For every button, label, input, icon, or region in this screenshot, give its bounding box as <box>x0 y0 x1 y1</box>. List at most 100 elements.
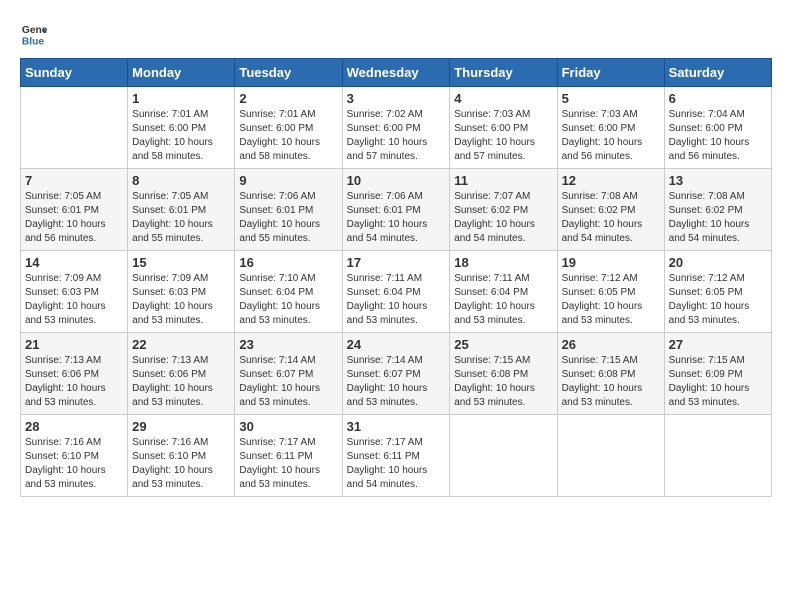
day-number: 5 <box>562 91 660 106</box>
day-info: Sunrise: 7:15 AM Sunset: 6:08 PM Dayligh… <box>454 354 552 410</box>
calendar-cell: 2 Sunrise: 7:01 AM Sunset: 6:00 PM Daylig… <box>235 87 342 169</box>
day-info: Sunrise: 7:06 AM Sunset: 6:01 PM Dayligh… <box>239 190 337 246</box>
day-number: 3 <box>347 91 446 106</box>
calendar-cell: 23Sunrise: 7:14 AM Sunset: 6:07 PM Dayli… <box>235 333 342 415</box>
column-header-tuesday: Tuesday <box>235 59 342 87</box>
day-info: Sunrise: 7:03 AM Sunset: 6:00 PM Dayligh… <box>562 108 660 164</box>
calendar-cell: 9 Sunrise: 7:06 AM Sunset: 6:01 PM Daylig… <box>235 169 342 251</box>
logo-icon: General Blue <box>20 20 48 48</box>
day-number: 29 <box>132 419 230 434</box>
day-number: 30 <box>239 419 337 434</box>
calendar-cell: 17 Sunrise: 7:11 AM Sunset: 6:04 PM Dayli… <box>342 251 450 333</box>
day-info: Sunrise: 7:12 AM Sunset: 6:05 PM Dayligh… <box>669 272 767 328</box>
calendar-cell: 5 Sunrise: 7:03 AM Sunset: 6:00 PM Daylig… <box>557 87 664 169</box>
calendar-cell: 27 Sunrise: 7:15 AM Sunset: 6:09 PM Dayli… <box>664 333 771 415</box>
calendar-cell: 14 Sunrise: 7:09 AM Sunset: 6:03 PM Dayli… <box>21 251 128 333</box>
day-info: Sunrise: 7:15 AM Sunset: 6:09 PM Dayligh… <box>669 354 767 410</box>
day-number: 6 <box>669 91 767 106</box>
day-number: 2 <box>239 91 337 106</box>
day-number: 21 <box>25 337 123 352</box>
calendar-cell <box>21 87 128 169</box>
day-info: Sunrise: 7:01 AM Sunset: 6:00 PM Dayligh… <box>132 108 230 164</box>
calendar-cell: 28 Sunrise: 7:16 AM Sunset: 6:10 PM Dayli… <box>21 415 128 497</box>
day-info: Sunrise: 7:09 AM Sunset: 6:03 PM Dayligh… <box>132 272 230 328</box>
calendar-cell: 7 Sunrise: 7:05 AM Sunset: 6:01 PM Daylig… <box>21 169 128 251</box>
calendar-cell: 24Sunrise: 7:14 AM Sunset: 6:07 PM Dayli… <box>342 333 450 415</box>
calendar-cell: 22Sunrise: 7:13 AM Sunset: 6:06 PM Dayli… <box>128 333 235 415</box>
day-info: Sunrise: 7:05 AM Sunset: 6:01 PM Dayligh… <box>25 190 123 246</box>
day-info: Sunrise: 7:06 AM Sunset: 6:01 PM Dayligh… <box>347 190 446 246</box>
day-info: Sunrise: 7:08 AM Sunset: 6:02 PM Dayligh… <box>669 190 767 246</box>
calendar-cell: 29Sunrise: 7:16 AM Sunset: 6:10 PM Dayli… <box>128 415 235 497</box>
day-info: Sunrise: 7:11 AM Sunset: 6:04 PM Dayligh… <box>454 272 552 328</box>
column-header-wednesday: Wednesday <box>342 59 450 87</box>
day-number: 25 <box>454 337 552 352</box>
column-header-monday: Monday <box>128 59 235 87</box>
calendar-cell: 6 Sunrise: 7:04 AM Sunset: 6:00 PM Daylig… <box>664 87 771 169</box>
day-number: 11 <box>454 173 552 188</box>
day-number: 12 <box>562 173 660 188</box>
calendar-cell <box>557 415 664 497</box>
day-number: 27 <box>669 337 767 352</box>
day-number: 17 <box>347 255 446 270</box>
calendar-cell: 16 Sunrise: 7:10 AM Sunset: 6:04 PM Dayli… <box>235 251 342 333</box>
calendar-cell: 25 Sunrise: 7:15 AM Sunset: 6:08 PM Dayli… <box>450 333 557 415</box>
day-info: Sunrise: 7:17 AM Sunset: 6:11 PM Dayligh… <box>239 436 337 492</box>
column-header-sunday: Sunday <box>21 59 128 87</box>
calendar-cell: 8 Sunrise: 7:05 AM Sunset: 6:01 PM Daylig… <box>128 169 235 251</box>
day-number: 10 <box>347 173 446 188</box>
day-number: 20 <box>669 255 767 270</box>
calendar-cell: 13 Sunrise: 7:08 AM Sunset: 6:02 PM Dayli… <box>664 169 771 251</box>
day-number: 18 <box>454 255 552 270</box>
column-header-thursday: Thursday <box>450 59 557 87</box>
day-number: 26 <box>562 337 660 352</box>
day-number: 31 <box>347 419 446 434</box>
day-info: Sunrise: 7:01 AM Sunset: 6:00 PM Dayligh… <box>239 108 337 164</box>
day-info: Sunrise: 7:05 AM Sunset: 6:01 PM Dayligh… <box>132 190 230 246</box>
calendar-cell: 26 Sunrise: 7:15 AM Sunset: 6:08 PM Dayli… <box>557 333 664 415</box>
calendar-cell: 21 Sunrise: 7:13 AM Sunset: 6:06 PM Dayli… <box>21 333 128 415</box>
column-header-saturday: Saturday <box>664 59 771 87</box>
day-info: Sunrise: 7:10 AM Sunset: 6:04 PM Dayligh… <box>239 272 337 328</box>
day-info: Sunrise: 7:02 AM Sunset: 6:00 PM Dayligh… <box>347 108 446 164</box>
calendar-cell <box>450 415 557 497</box>
day-info: Sunrise: 7:16 AM Sunset: 6:10 PM Dayligh… <box>25 436 123 492</box>
day-number: 13 <box>669 173 767 188</box>
day-number: 14 <box>25 255 123 270</box>
day-info: Sunrise: 7:13 AM Sunset: 6:06 PM Dayligh… <box>25 354 123 410</box>
calendar-cell: 30 Sunrise: 7:17 AM Sunset: 6:11 PM Dayli… <box>235 415 342 497</box>
day-number: 8 <box>132 173 230 188</box>
day-info: Sunrise: 7:17 AM Sunset: 6:11 PM Dayligh… <box>347 436 446 492</box>
calendar-table: SundayMondayTuesdayWednesdayThursdayFrid… <box>20 58 772 497</box>
day-info: Sunrise: 7:12 AM Sunset: 6:05 PM Dayligh… <box>562 272 660 328</box>
day-number: 4 <box>454 91 552 106</box>
svg-text:Blue: Blue <box>22 36 45 47</box>
day-info: Sunrise: 7:08 AM Sunset: 6:02 PM Dayligh… <box>562 190 660 246</box>
day-number: 28 <box>25 419 123 434</box>
day-info: Sunrise: 7:09 AM Sunset: 6:03 PM Dayligh… <box>25 272 123 328</box>
day-info: Sunrise: 7:13 AM Sunset: 6:06 PM Dayligh… <box>132 354 230 410</box>
day-number: 16 <box>239 255 337 270</box>
calendar-cell <box>664 415 771 497</box>
day-number: 9 <box>239 173 337 188</box>
calendar-cell: 11Sunrise: 7:07 AM Sunset: 6:02 PM Dayli… <box>450 169 557 251</box>
day-info: Sunrise: 7:04 AM Sunset: 6:00 PM Dayligh… <box>669 108 767 164</box>
day-info: Sunrise: 7:11 AM Sunset: 6:04 PM Dayligh… <box>347 272 446 328</box>
calendar-cell: 1Sunrise: 7:01 AM Sunset: 6:00 PM Daylig… <box>128 87 235 169</box>
calendar-cell: 19 Sunrise: 7:12 AM Sunset: 6:05 PM Dayli… <box>557 251 664 333</box>
calendar-cell: 20 Sunrise: 7:12 AM Sunset: 6:05 PM Dayli… <box>664 251 771 333</box>
day-info: Sunrise: 7:14 AM Sunset: 6:07 PM Dayligh… <box>347 354 446 410</box>
day-info: Sunrise: 7:14 AM Sunset: 6:07 PM Dayligh… <box>239 354 337 410</box>
calendar-header: SundayMondayTuesdayWednesdayThursdayFrid… <box>21 59 772 87</box>
calendar-cell: 3 Sunrise: 7:02 AM Sunset: 6:00 PM Daylig… <box>342 87 450 169</box>
calendar-cell: 15Sunrise: 7:09 AM Sunset: 6:03 PM Dayli… <box>128 251 235 333</box>
calendar-cell: 12 Sunrise: 7:08 AM Sunset: 6:02 PM Dayli… <box>557 169 664 251</box>
calendar-cell: 4 Sunrise: 7:03 AM Sunset: 6:00 PM Daylig… <box>450 87 557 169</box>
page-header: General Blue <box>20 20 772 48</box>
day-number: 7 <box>25 173 123 188</box>
day-number: 19 <box>562 255 660 270</box>
day-info: Sunrise: 7:03 AM Sunset: 6:00 PM Dayligh… <box>454 108 552 164</box>
day-info: Sunrise: 7:15 AM Sunset: 6:08 PM Dayligh… <box>562 354 660 410</box>
logo: General Blue <box>20 20 52 48</box>
calendar-cell: 18 Sunrise: 7:11 AM Sunset: 6:04 PM Dayli… <box>450 251 557 333</box>
